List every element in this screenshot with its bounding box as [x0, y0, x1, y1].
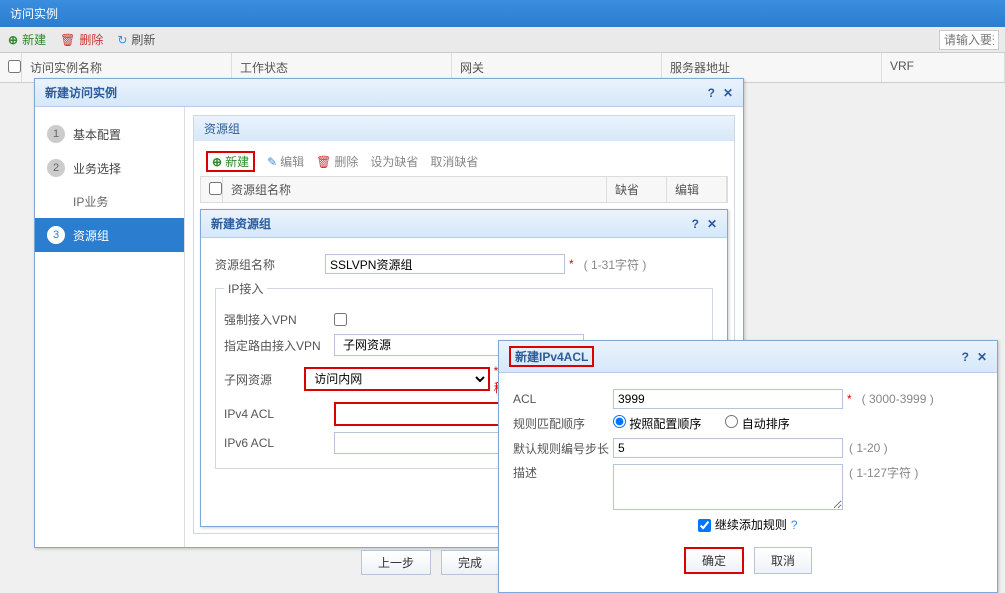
main-toolbar: ⊕ 新建 🗑 删除 ↻ 刷新 [0, 27, 1005, 53]
rg-delete-button[interactable]: 🗑删除 [316, 153, 358, 170]
resource-panel-title: 资源组 [194, 116, 734, 141]
force-vpn-checkbox[interactable] [334, 313, 347, 326]
desc-label: 描述 [513, 464, 613, 481]
acl-cancel-button[interactable]: 取消 [754, 547, 812, 574]
resgrp-name-hint: ( 1-31字符 ) [584, 256, 647, 273]
trash-icon: 🗑 [60, 33, 75, 47]
subnet-label: 子网资源 [224, 371, 304, 388]
help-icon[interactable]: ? [708, 86, 715, 100]
match-config-order[interactable]: 按照配置顺序 [613, 415, 701, 432]
acl-num-input[interactable] [613, 389, 843, 409]
resgrp-name-label: 资源组名称 [215, 256, 325, 273]
new-button[interactable]: ⊕ 新建 [8, 31, 46, 48]
acl-title: 新建IPv4ACL [509, 346, 594, 367]
rg-col-name: 资源组名称 [223, 177, 607, 202]
prev-button[interactable]: 上一步 [361, 550, 431, 575]
match-auto-order[interactable]: 自动排序 [725, 415, 789, 432]
edit-icon: ✎ [267, 155, 277, 169]
resgrp-name-row: 资源组名称 * ( 1-31字符 ) [215, 254, 713, 274]
acl-ok-button[interactable]: 确定 [684, 547, 744, 574]
rg-set-default-button[interactable]: 设为缺省 [370, 153, 418, 170]
step-input[interactable] [613, 438, 843, 458]
delete-button[interactable]: 🗑 删除 [60, 31, 103, 48]
main-titlebar: 访问实例 [0, 0, 1005, 27]
plus-icon: ⊕ [212, 155, 222, 169]
close-icon[interactable]: ✕ [707, 217, 717, 231]
step-service[interactable]: 2业务选择 [35, 151, 184, 185]
resgrp-header: 新建资源组 ? ✕ [201, 210, 727, 238]
acl-num-hint: ( 3000-3999 ) [862, 392, 934, 406]
subnet-select[interactable]: 访问内网 [304, 367, 489, 391]
force-vpn-label: 强制接入VPN [224, 311, 334, 328]
ip-legend: IP接入 [224, 280, 267, 297]
rg-new-button[interactable]: ⊕新建 [212, 153, 249, 170]
ipv6-acl-label: IPv6 ACL [224, 436, 334, 450]
step-basic[interactable]: 1基本配置 [35, 117, 184, 151]
rg-grid-header: 资源组名称 缺省 编辑 [200, 176, 728, 203]
finish-button[interactable]: 完成 [441, 550, 499, 575]
step-list: 1基本配置 2业务选择 IP业务 3资源组 [35, 107, 185, 547]
help-icon[interactable]: ? [791, 518, 798, 532]
resgrp-title: 新建资源组 [211, 215, 271, 232]
rg-col-default: 缺省 [607, 177, 667, 202]
acl-num-label: ACL [513, 392, 613, 406]
help-icon[interactable]: ? [962, 350, 969, 364]
trash-icon: 🗑 [316, 155, 331, 169]
ipv4-acl-label: IPv4 ACL [224, 407, 334, 421]
required-star: * [569, 257, 574, 271]
search-input[interactable] [939, 30, 999, 50]
resource-toolbar: ⊕新建 ✎编辑 🗑删除 设为缺省 取消缺省 [200, 147, 728, 176]
rg-edit-button[interactable]: ✎编辑 [267, 153, 304, 170]
plus-icon: ⊕ [8, 33, 18, 47]
refresh-icon: ↻ [117, 33, 127, 47]
desc-textarea[interactable] [613, 464, 843, 510]
rg-unset-default-button[interactable]: 取消缺省 [430, 153, 478, 170]
close-icon[interactable]: ✕ [977, 350, 987, 364]
step-resource-group[interactable]: 3资源组 [35, 218, 184, 252]
step-hint: ( 1-20 ) [849, 441, 888, 455]
help-icon[interactable]: ? [692, 217, 699, 231]
match-label: 规则匹配顺序 [513, 415, 613, 432]
required-star: * [847, 392, 852, 406]
close-icon[interactable]: ✕ [723, 86, 733, 100]
route-vpn-label: 指定路由接入VPN [224, 337, 334, 354]
select-all-checkbox[interactable] [8, 60, 21, 73]
acl-dialog: 新建IPv4ACL ? ✕ ACL * ( 3000-3999 ) 规则匹配顺序… [498, 340, 998, 593]
new-highlight: ⊕新建 [206, 151, 255, 172]
continue-add-rule[interactable]: 继续添加规则 [698, 516, 786, 533]
wizard-header: 新建访问实例 ? ✕ [35, 79, 743, 107]
refresh-button[interactable]: ↻ 刷新 [117, 31, 155, 48]
rg-col-edit: 编辑 [667, 177, 727, 202]
main-title: 访问实例 [10, 7, 58, 21]
wizard-title: 新建访问实例 [45, 84, 117, 101]
resgrp-name-input[interactable] [325, 254, 565, 274]
step-ip-service[interactable]: IP业务 [35, 185, 184, 218]
rg-select-all[interactable] [209, 182, 222, 195]
desc-hint: ( 1-127字符 ) [849, 464, 918, 481]
step-label: 默认规则编号步长 [513, 440, 613, 457]
acl-header: 新建IPv4ACL ? ✕ [499, 341, 997, 373]
col-vrf: VRF [882, 53, 1005, 82]
